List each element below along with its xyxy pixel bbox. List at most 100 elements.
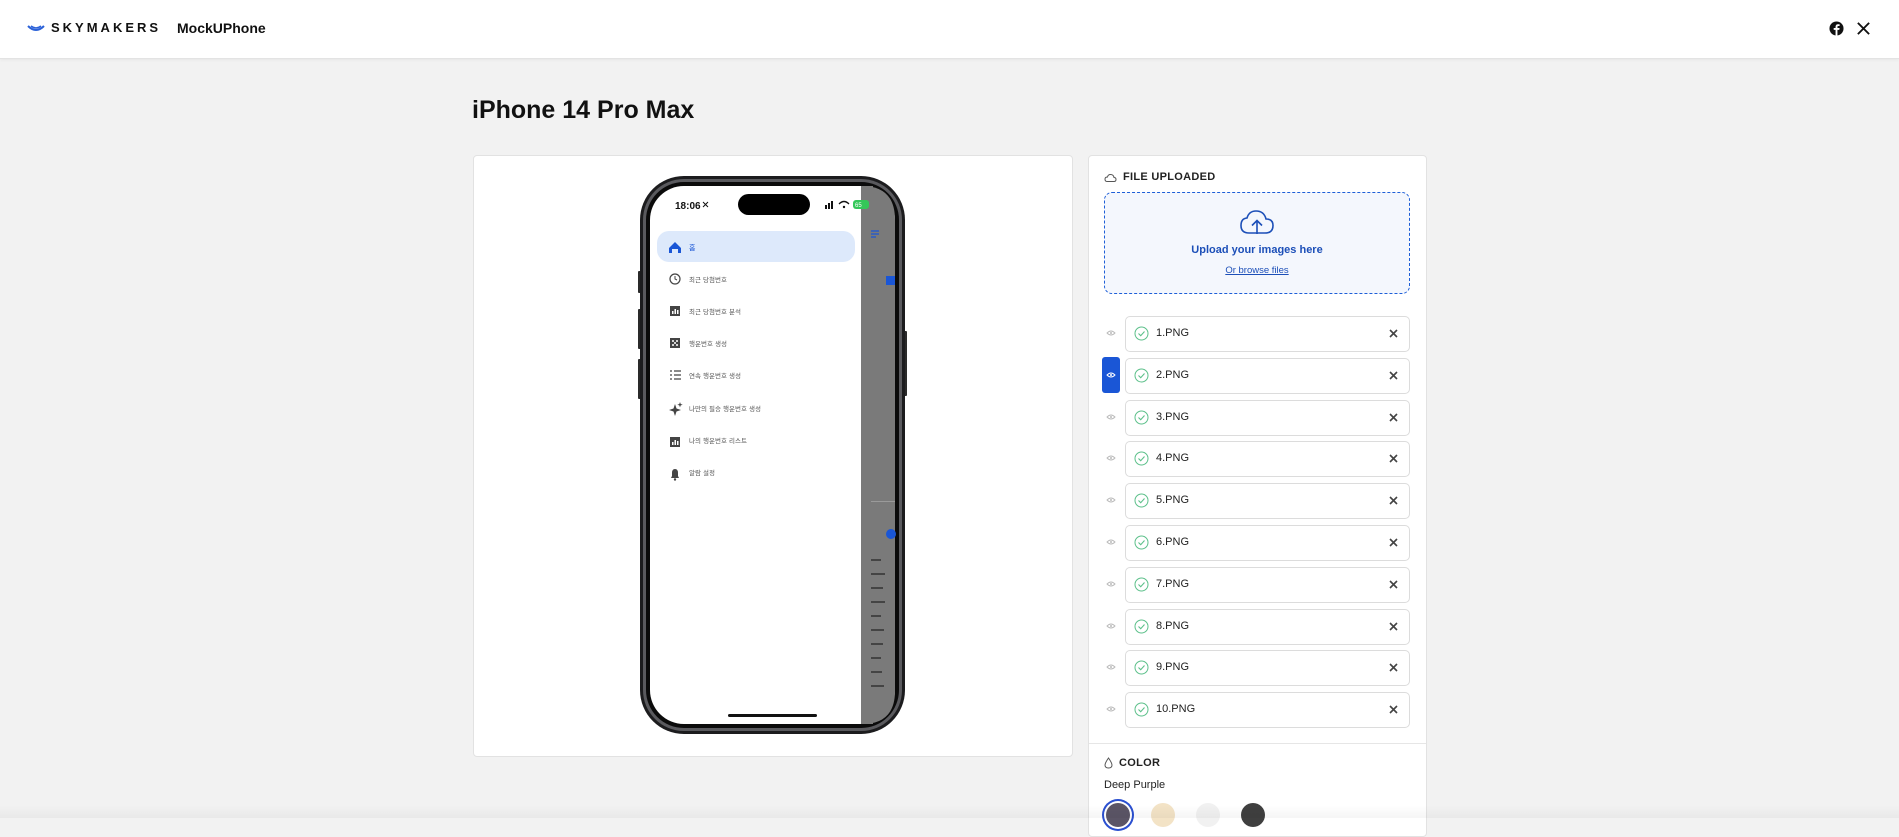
menu-item-recent-results: 최근 당첨번호 <box>689 275 727 284</box>
page-title: iPhone 14 Pro Max <box>472 96 695 124</box>
file-card[interactable]: 6.PNG <box>1125 525 1410 561</box>
drag-handle[interactable] <box>1102 524 1120 560</box>
file-card[interactable]: 9.PNG <box>1125 650 1410 687</box>
remove-file-icon[interactable] <box>1389 705 1398 714</box>
remove-file-icon[interactable] <box>1389 371 1398 380</box>
color-header: COLOR <box>1104 757 1160 769</box>
eye-icon <box>1106 414 1116 420</box>
file-row: 4.PNG <box>1089 440 1426 478</box>
check-circle-icon <box>1134 493 1149 508</box>
menu-item-analysis: 최근 당첨번호 분석 <box>689 307 741 316</box>
top-navbar: SKYMAKERS MockUPhone <box>0 0 1899 59</box>
drag-handle[interactable] <box>1102 608 1120 644</box>
cloud-icon <box>1104 173 1117 182</box>
file-name: 3.PNG <box>1156 410 1190 423</box>
menu-item-my-list: 나의 행운번호 리스트 <box>689 436 747 445</box>
remove-file-icon[interactable] <box>1389 329 1398 338</box>
eye-icon <box>1106 623 1116 629</box>
file-row: 9.PNG <box>1089 649 1426 687</box>
file-row: 3.PNG <box>1089 399 1426 436</box>
remove-file-icon[interactable] <box>1389 622 1398 631</box>
file-name: 2.PNG <box>1156 368 1190 381</box>
check-circle-icon <box>1134 451 1149 466</box>
file-name: 5.PNG <box>1156 494 1190 507</box>
file-card[interactable]: 4.PNG <box>1125 441 1410 478</box>
file-card[interactable]: 7.PNG <box>1125 566 1410 603</box>
drag-handle[interactable] <box>1102 399 1120 435</box>
file-row: 6.PNG <box>1089 525 1426 561</box>
remove-file-icon[interactable] <box>1389 413 1398 422</box>
file-row: 5.PNG <box>1089 482 1426 520</box>
section-divider <box>1089 743 1426 744</box>
menu-item-home: 홈 <box>689 243 696 252</box>
eye-icon <box>1106 664 1116 670</box>
drag-handle[interactable] <box>1102 440 1120 476</box>
iphone-mockup: 18:06 65 홈 최근 당첨번호 최근 당첨번호 분석 행운번호 생성 연속… <box>638 176 907 734</box>
file-name: 9.PNG <box>1156 661 1190 674</box>
skymakers-logo-icon <box>27 24 45 31</box>
eye-icon <box>1106 372 1116 378</box>
options-panel: FILE UPLOADED Upload your images here Or… <box>1088 155 1427 837</box>
file-card[interactable]: 5.PNG <box>1125 483 1410 520</box>
cloud-upload-icon <box>1240 210 1274 234</box>
battery-level: 65 <box>855 203 862 209</box>
menu-item-consecutive: 연속 행운번호 생성 <box>689 371 741 380</box>
file-row: 7.PNG <box>1089 566 1426 603</box>
eye-icon <box>1106 539 1116 545</box>
remove-file-icon[interactable] <box>1389 663 1398 672</box>
file-card[interactable]: 2.PNG <box>1125 357 1410 394</box>
drag-handle[interactable] <box>1102 649 1120 685</box>
file-card[interactable]: 8.PNG <box>1125 608 1410 645</box>
file-row: 10.PNG <box>1089 691 1426 729</box>
check-circle-icon <box>1134 326 1149 341</box>
drag-handle[interactable] <box>1102 315 1120 351</box>
upload-title: Upload your images here <box>1191 244 1323 256</box>
upload-dropzone[interactable]: Upload your images here Or browse files <box>1104 192 1410 294</box>
check-circle-icon <box>1134 702 1149 717</box>
check-circle-icon <box>1134 368 1149 383</box>
file-name: 7.PNG <box>1156 577 1190 590</box>
x-icon[interactable] <box>1856 21 1871 36</box>
selected-color-name: Deep Purple <box>1104 779 1166 791</box>
file-name: 1.PNG <box>1156 327 1190 339</box>
file-card[interactable]: 1.PNG <box>1125 316 1410 352</box>
file-name: 6.PNG <box>1156 536 1190 548</box>
file-uploaded-header: FILE UPLOADED <box>1104 171 1216 183</box>
bottom-fade <box>0 805 1899 818</box>
eye-icon <box>1106 455 1116 461</box>
file-card[interactable]: 3.PNG <box>1125 399 1410 436</box>
file-name: 4.PNG <box>1156 452 1190 465</box>
menu-item-custom: 나만의 필승 행운번호 생성 <box>689 404 761 413</box>
drag-handle[interactable] <box>1102 691 1120 727</box>
drag-handle[interactable] <box>1102 566 1120 602</box>
file-card[interactable]: 10.PNG <box>1125 692 1410 729</box>
remove-file-icon[interactable] <box>1389 580 1398 589</box>
eye-icon <box>1106 706 1116 712</box>
eye-icon <box>1106 581 1116 587</box>
check-circle-icon <box>1134 619 1149 634</box>
menu-item-generate: 행운번호 생성 <box>689 339 727 348</box>
remove-file-icon[interactable] <box>1389 496 1398 505</box>
status-time: 18:06 <box>675 201 701 212</box>
file-name: 8.PNG <box>1156 619 1190 632</box>
menu-item-alarm: 알람 설정 <box>689 468 715 477</box>
check-circle-icon <box>1134 660 1149 675</box>
file-row: 8.PNG <box>1089 608 1426 645</box>
browse-files-link[interactable]: Or browse files <box>1105 265 1409 276</box>
file-uploaded-title: FILE UPLOADED <box>1123 171 1216 183</box>
brand-name: SKYMAKERS <box>51 20 162 35</box>
check-circle-icon <box>1134 535 1149 550</box>
check-circle-icon <box>1134 577 1149 592</box>
droplet-icon <box>1104 757 1113 769</box>
brand-logo[interactable]: SKYMAKERS <box>27 20 161 35</box>
app-name[interactable]: MockUPhone <box>177 20 266 36</box>
check-circle-icon <box>1134 410 1149 425</box>
remove-file-icon[interactable] <box>1389 538 1398 547</box>
remove-file-icon[interactable] <box>1389 454 1398 463</box>
file-name: 10.PNG <box>1156 703 1196 716</box>
facebook-icon[interactable] <box>1829 21 1844 36</box>
file-row: 1.PNG <box>1089 316 1426 352</box>
drag-handle[interactable] <box>1102 356 1120 393</box>
file-row: 2.PNG <box>1089 356 1426 394</box>
drag-handle[interactable] <box>1102 482 1120 518</box>
